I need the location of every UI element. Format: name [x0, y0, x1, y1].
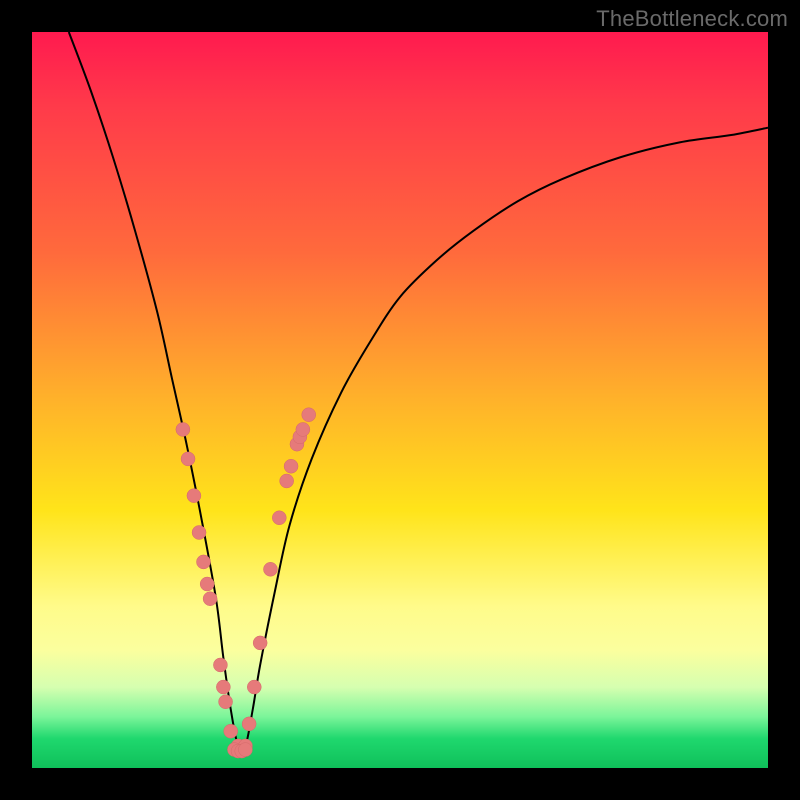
bottleneck-curve-path: [69, 32, 768, 751]
data-dot: [176, 422, 190, 436]
data-dot: [284, 459, 298, 473]
plot-area: [32, 32, 768, 768]
data-dot: [263, 562, 277, 576]
data-dot: [224, 724, 238, 738]
curve-svg: [32, 32, 768, 768]
data-dot: [253, 636, 267, 650]
data-dot: [302, 408, 316, 422]
data-dot: [247, 680, 261, 694]
data-dot: [219, 695, 233, 709]
data-dot: [187, 489, 201, 503]
data-dots: [176, 408, 316, 758]
data-dot: [213, 658, 227, 672]
data-dot: [238, 743, 252, 757]
data-dot: [196, 555, 210, 569]
data-dot: [272, 511, 286, 525]
data-dot: [296, 422, 310, 436]
data-dot: [200, 577, 214, 591]
data-dot: [216, 680, 230, 694]
data-dot: [181, 452, 195, 466]
data-dot: [203, 592, 217, 606]
watermark-text: TheBottleneck.com: [596, 6, 788, 32]
bottleneck-curve: [69, 32, 768, 751]
data-dot: [242, 717, 256, 731]
data-dot: [192, 525, 206, 539]
chart-frame: TheBottleneck.com: [0, 0, 800, 800]
data-dot: [280, 474, 294, 488]
